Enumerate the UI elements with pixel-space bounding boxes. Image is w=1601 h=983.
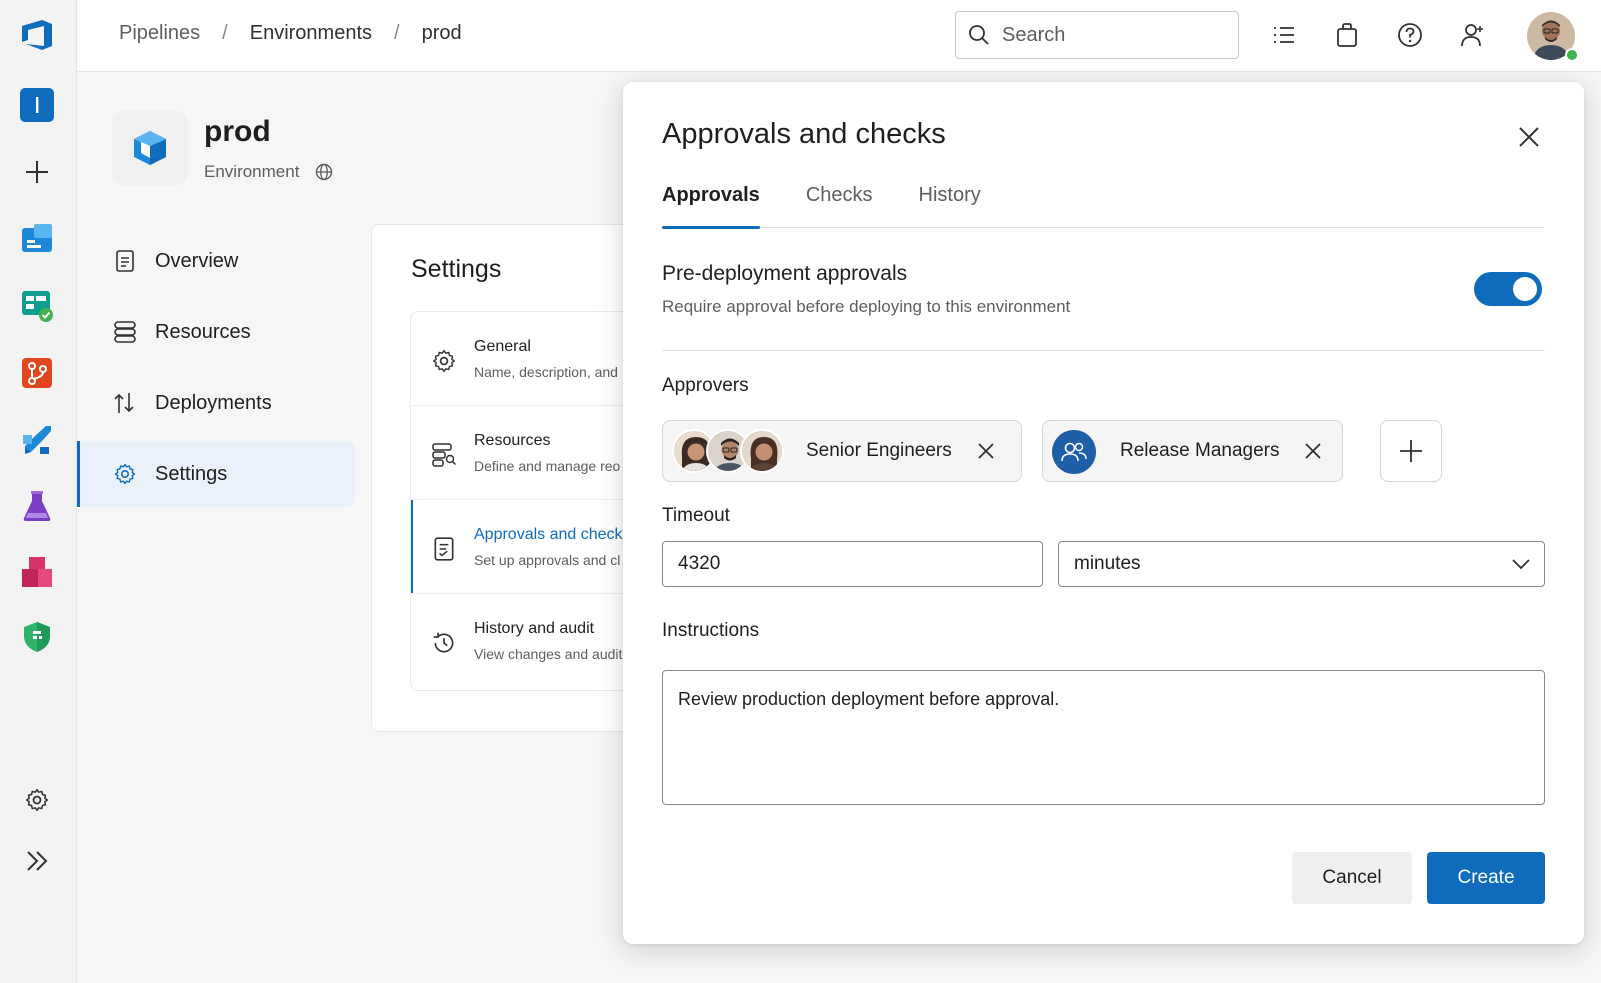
pre-deployment-description: Require approval before deploying to thi… (662, 297, 1071, 316)
instructions-textarea[interactable]: Review production deployment before appr… (662, 670, 1545, 805)
environment-cube-icon (112, 110, 188, 186)
search-box[interactable] (955, 11, 1239, 59)
left-rail (0, 0, 77, 983)
settings-card: Settings General Name, description, and … (371, 224, 652, 732)
add-icon[interactable] (18, 153, 56, 191)
tab-approvals[interactable]: Approvals (662, 182, 760, 229)
approver-chip-senior-engineers[interactable]: Senior Engineers (662, 420, 1022, 482)
add-approver-button[interactable] (1380, 420, 1442, 482)
tab-history[interactable]: History (919, 182, 981, 228)
chevron-down-icon (1512, 559, 1530, 570)
resources-icon (113, 320, 137, 344)
nav-item-label: Overview (155, 249, 239, 272)
environment-nav: Overview Resources Deployments Settings (77, 228, 355, 512)
artifacts-icon[interactable] (18, 553, 56, 591)
remove-approver-button[interactable] (1299, 437, 1327, 465)
settings-icon (113, 462, 137, 486)
settings-list: General Name, description, and Resources… (410, 311, 652, 691)
globe-icon[interactable] (315, 163, 333, 181)
toggle-knob (1513, 277, 1537, 301)
approver-avatar (740, 429, 784, 473)
people-icon (1052, 430, 1096, 474)
user-settings-icon[interactable] (1456, 18, 1490, 52)
close-panel-button[interactable] (1514, 122, 1544, 152)
breadcrumb-pipelines[interactable]: Pipelines (119, 22, 200, 45)
timeout-label: Timeout (662, 505, 730, 526)
presence-available-indicator (1565, 48, 1579, 62)
pre-deployment-title: Pre-deployment approvals (662, 262, 908, 285)
timeout-field[interactable] (662, 541, 1043, 587)
plus-icon (1400, 440, 1422, 462)
settings-title: Settings (411, 255, 502, 283)
help-icon[interactable] (1393, 18, 1427, 52)
security-shield-icon[interactable] (18, 618, 56, 656)
nav-item-label: Deployments (155, 391, 272, 414)
shopping-bag-icon[interactable] (1330, 18, 1364, 52)
close-icon (1305, 443, 1322, 459)
group-avatar (1052, 430, 1096, 474)
settings-item-approvals-and-checks[interactable]: Approvals and checks Set up approvals an… (411, 500, 652, 594)
task-list-icon[interactable] (1267, 18, 1301, 52)
test-plans-flask-icon[interactable] (18, 487, 56, 525)
timeout-input[interactable] (663, 542, 1042, 586)
timeout-unit-select[interactable]: minutes (1058, 541, 1545, 587)
settings-item-resources[interactable]: Resources Define and manage reo (411, 406, 652, 500)
tab-checks[interactable]: Checks (806, 182, 873, 228)
test-plans-board-icon[interactable] (18, 287, 56, 325)
pipelines-icon[interactable] (18, 421, 56, 459)
deployments-icon (113, 391, 137, 415)
panel-title: Approvals and checks (662, 118, 946, 150)
azure-devops-logo-icon[interactable] (18, 16, 56, 54)
repos-icon[interactable] (18, 354, 56, 392)
nav-item-deployments[interactable]: Deployments (77, 370, 355, 436)
approver-group-name: Senior Engineers (806, 440, 952, 461)
close-icon (978, 443, 994, 459)
approvals-and-checks-panel: Approvals and checks Approvals Checks Hi… (623, 82, 1584, 944)
environment-title: prod (204, 115, 271, 148)
panel-tabs: Approvals Checks History (662, 182, 1545, 229)
close-icon (1519, 127, 1539, 147)
approvers-label: Approvers (662, 375, 749, 396)
project-settings-gear-icon[interactable] (18, 781, 56, 819)
history-icon (433, 632, 454, 653)
breadcrumb-prod[interactable]: prod (422, 22, 462, 45)
search-input[interactable] (1002, 23, 1222, 47)
nav-item-overview[interactable]: Overview (77, 228, 355, 294)
breadcrumb-environments[interactable]: Environments (250, 22, 372, 45)
timeout-unit-value: minutes (1074, 553, 1141, 574)
approver-chip-release-managers[interactable]: Release Managers (1042, 420, 1343, 482)
approval-document-icon (434, 537, 454, 561)
user-avatar[interactable] (1527, 12, 1579, 62)
remove-approver-button[interactable] (972, 437, 1000, 465)
nav-item-label: Settings (155, 462, 228, 485)
boards-icon[interactable] (18, 220, 56, 258)
section-divider (662, 350, 1545, 351)
settings-item-general[interactable]: General Name, description, and (411, 312, 652, 406)
nav-item-resources[interactable]: Resources (77, 299, 355, 365)
gear-icon (433, 350, 455, 372)
breadcrumb-separator: / (394, 22, 400, 44)
nav-item-label: Resources (155, 320, 251, 343)
pre-deployment-toggle[interactable] (1474, 272, 1542, 306)
search-icon (969, 25, 989, 45)
environment-subtitle: Environment (204, 162, 333, 182)
create-button[interactable]: Create (1427, 852, 1545, 904)
nav-item-settings[interactable]: Settings (77, 441, 355, 507)
project-avatar-icon[interactable] (18, 86, 56, 124)
settings-item-history-and-audit[interactable]: History and audit View changes and audit (411, 594, 652, 688)
top-bar: Pipelines / Environments / prod (77, 0, 1601, 72)
environment-type: Environment (204, 162, 300, 181)
overview-icon (113, 249, 137, 273)
cancel-button[interactable]: Cancel (1292, 852, 1412, 904)
expand-rail-icon[interactable] (18, 842, 56, 880)
resource-search-icon (432, 443, 457, 467)
breadcrumb-separator: / (222, 22, 228, 44)
instructions-label: Instructions (662, 620, 760, 641)
breadcrumb: Pipelines / Environments / prod (119, 22, 462, 45)
approver-group-name: Release Managers (1120, 440, 1280, 461)
